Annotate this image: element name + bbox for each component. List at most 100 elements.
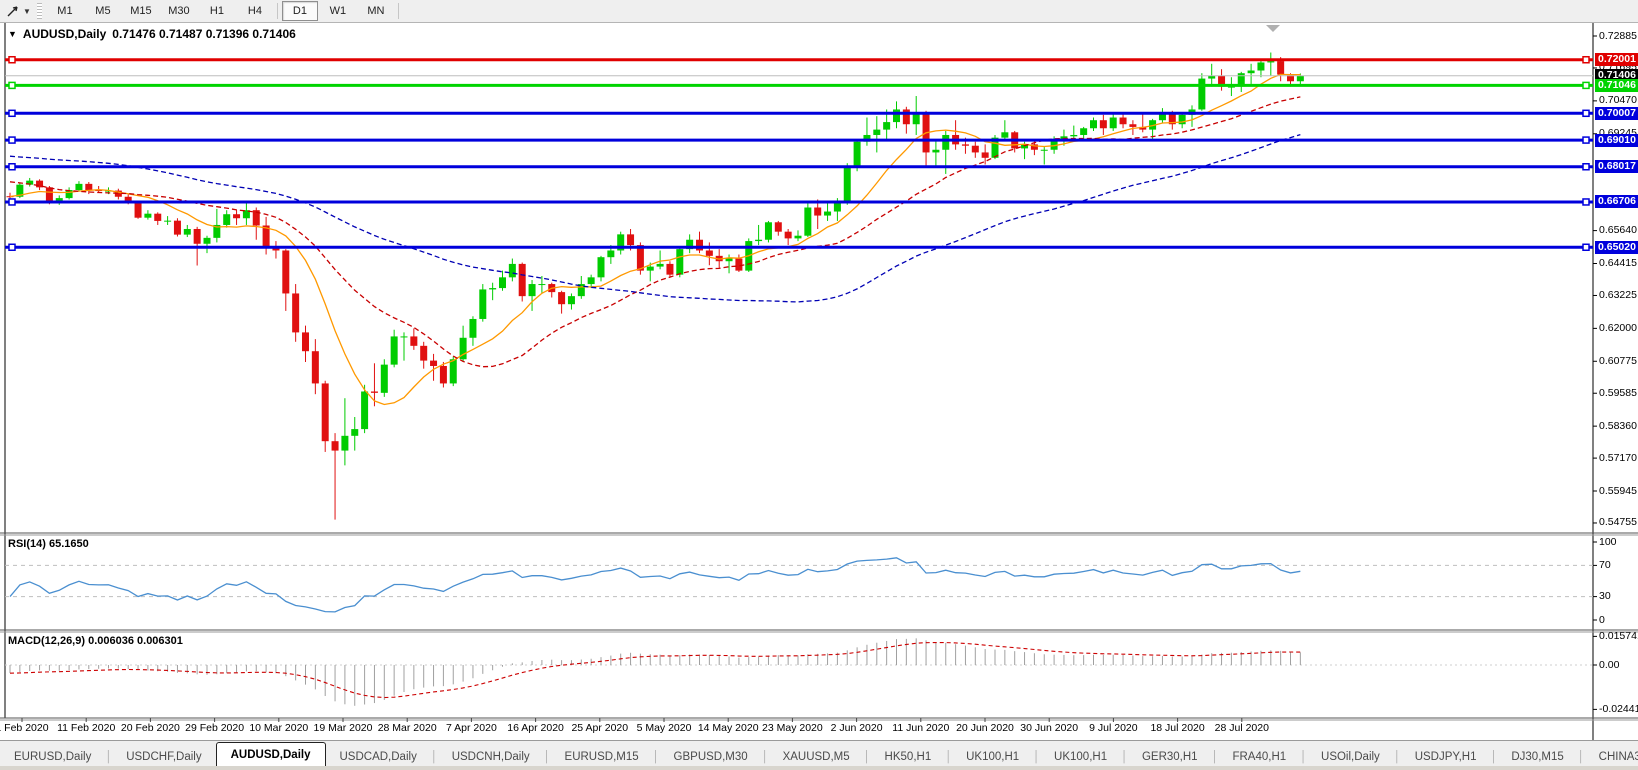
candle-body: [519, 264, 526, 296]
chart-tab-ger30-h1[interactable]: GER30,H1: [1128, 746, 1212, 767]
chart-tab-gbpusd-m30[interactable]: GBPUSD,M30: [660, 746, 762, 767]
chart-tab-fra40-h1[interactable]: FRA40,H1: [1218, 746, 1300, 767]
chart-tab-hk50-h1[interactable]: HK50,H1: [871, 746, 946, 767]
chart-tab-usoil-daily[interactable]: USOil,Daily: [1307, 746, 1394, 767]
tab-separator: │: [431, 751, 438, 767]
candle-body: [282, 250, 289, 293]
candle-body: [607, 250, 614, 257]
toolbar-grip-handle[interactable]: [37, 3, 42, 19]
candle-body: [558, 292, 565, 304]
candle-body: [509, 264, 516, 277]
candle-body: [135, 202, 142, 218]
candle-body: [85, 184, 92, 190]
timeframe-button-m5[interactable]: M5: [85, 1, 121, 21]
candle-body: [903, 109, 910, 124]
level-handle[interactable]: [9, 164, 15, 170]
chart-tab-usdchf-daily[interactable]: USDCHF,Daily: [112, 746, 215, 767]
chart-tab-dj30-m15[interactable]: DJ30,M15: [1497, 746, 1577, 767]
candle-body: [1041, 150, 1048, 151]
timeframe-button-d1[interactable]: D1: [282, 1, 318, 21]
candle-body: [401, 336, 408, 337]
candle-body: [844, 167, 851, 203]
chart-cursor-icon[interactable]: [3, 2, 23, 20]
candle-body: [676, 249, 683, 275]
level-handle[interactable]: [1583, 164, 1589, 170]
chart-shift-marker-icon[interactable]: [1266, 25, 1280, 32]
chart-tab-usdcnh-daily[interactable]: USDCNH,Daily: [438, 746, 544, 767]
chart-tab-uk100-h1[interactable]: UK100,H1: [1040, 746, 1121, 767]
candle-body: [785, 232, 792, 239]
level-handle[interactable]: [9, 199, 15, 205]
timeframe-button-m15[interactable]: M15: [123, 1, 159, 21]
timeframe-button-w1[interactable]: W1: [320, 1, 356, 21]
chart-tab-eurusd-m15[interactable]: EURUSD,M15: [551, 746, 653, 767]
chart-tab-usdcad-daily[interactable]: USDCAD,Daily: [326, 746, 431, 767]
candle-body: [1248, 71, 1255, 74]
chart-tab-uk100-h1[interactable]: UK100,H1: [952, 746, 1033, 767]
timeframe-button-m1[interactable]: M1: [47, 1, 83, 21]
tab-separator: │: [1300, 751, 1307, 767]
candle-body: [469, 319, 476, 338]
candle-body: [1179, 115, 1186, 124]
candle-body: [1120, 118, 1127, 125]
candle-body: [341, 436, 348, 451]
timeframe-button-m30[interactable]: M30: [161, 1, 197, 21]
candle-body: [962, 144, 969, 145]
candle-body: [1267, 61, 1274, 62]
level-handle[interactable]: [1583, 199, 1589, 205]
tab-separator: │: [1033, 751, 1040, 767]
level-handle[interactable]: [1583, 110, 1589, 116]
level-handle[interactable]: [1583, 137, 1589, 143]
chart-tab-xauusd-m5[interactable]: XAUUSD,M5: [769, 746, 864, 767]
candle-body: [598, 257, 605, 277]
tab-separator: │: [653, 751, 660, 767]
chart-tab-audusd-daily[interactable]: AUDUSD,Daily: [216, 742, 326, 767]
level-handle[interactable]: [1583, 244, 1589, 250]
candle-body: [164, 221, 171, 222]
candle-body: [1257, 62, 1264, 70]
candle-body: [755, 240, 762, 241]
candle-body: [1198, 79, 1205, 110]
candle-body: [854, 142, 861, 168]
candle-body: [223, 214, 230, 225]
candle-body: [1297, 76, 1304, 82]
chart-tab-china300-h4[interactable]: CHINA300,H4: [1585, 746, 1638, 767]
candle-body: [391, 336, 398, 364]
candle-body: [1277, 61, 1284, 74]
rsi-line: [10, 558, 1300, 612]
candle-body: [1080, 128, 1087, 135]
tab-separator: │: [945, 751, 952, 767]
level-handle[interactable]: [9, 57, 15, 63]
price-chart[interactable]: [0, 0, 1638, 770]
candle-body: [814, 208, 821, 216]
level-handle[interactable]: [9, 137, 15, 143]
candle-body: [184, 229, 191, 235]
chart-tab-bar: EURUSD,Daily│USDCHF,DailyAUDUSD,DailyUSD…: [0, 740, 1638, 767]
chart-tab-usdjpy-h1[interactable]: USDJPY,H1: [1401, 746, 1491, 767]
level-handle[interactable]: [9, 82, 15, 88]
chevron-down-icon[interactable]: ▼: [23, 7, 31, 16]
candle-body: [627, 234, 634, 245]
tab-separator: │: [1490, 751, 1497, 767]
moving-average-55-line: [10, 135, 1300, 302]
level-handle[interactable]: [9, 110, 15, 116]
timeframe-button-mn[interactable]: MN: [358, 1, 394, 21]
candle-body: [450, 359, 457, 383]
timeframe-button-h4[interactable]: H4: [237, 1, 273, 21]
level-handle[interactable]: [9, 244, 15, 250]
level-handle[interactable]: [1583, 82, 1589, 88]
tab-separator: │: [762, 751, 769, 767]
candle-body: [834, 203, 841, 211]
candle-body: [1208, 76, 1215, 79]
macd-signal-line: [10, 643, 1300, 698]
chart-tab-eurusd-daily[interactable]: EURUSD,Daily: [0, 746, 105, 767]
level-handle[interactable]: [1583, 57, 1589, 63]
candle-body: [893, 109, 900, 122]
candle-body: [932, 150, 939, 153]
candle-body: [489, 288, 496, 289]
candle-body: [735, 259, 742, 271]
timeframe-button-h1[interactable]: H1: [199, 1, 235, 21]
status-strip: [0, 766, 1638, 770]
candle-body: [972, 146, 979, 153]
candle-body: [361, 391, 368, 429]
